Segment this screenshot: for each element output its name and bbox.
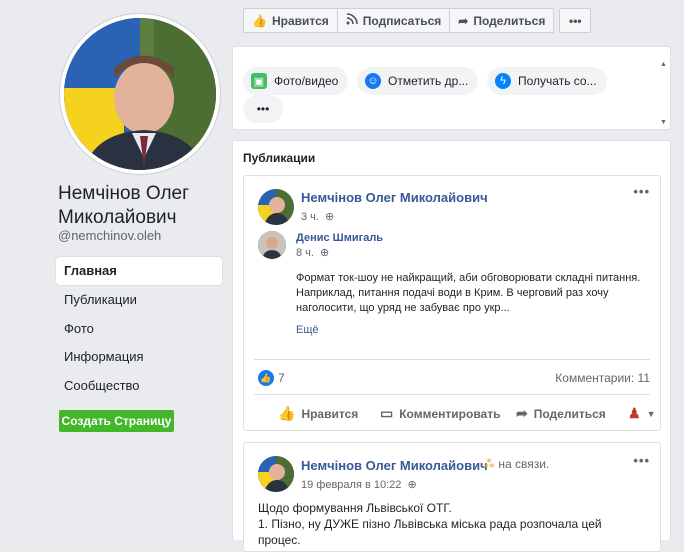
share-arrow-icon: ➦ xyxy=(516,405,528,421)
like-button[interactable]: 👍 Нравится xyxy=(278,405,358,422)
shared-author-name[interactable]: Денис Шмигаль xyxy=(296,232,383,244)
comments-count[interactable]: Комментарии: 11 xyxy=(555,371,650,385)
share-label: Поделиться xyxy=(533,406,606,421)
post-timestamp[interactable]: 3 ч. ⊕ xyxy=(301,210,334,223)
see-more-link[interactable]: Ещё xyxy=(296,324,319,336)
profile-handle[interactable]: @nemchinov.oleh xyxy=(58,228,161,243)
profile-name[interactable]: Немчінов Олег Миколайович xyxy=(58,182,228,230)
post-timestamp[interactable]: 19 февраля в 10:22 ⊕ xyxy=(301,478,417,491)
sidebar-item-publications[interactable]: Публикации xyxy=(56,286,222,314)
messenger-icon: ϟ xyxy=(495,73,511,89)
shared-timestamp[interactable]: 8 ч. ⊕ xyxy=(296,246,329,259)
like-reaction-icon[interactable]: 👍 xyxy=(258,370,274,386)
post-time-text: 19 февраля в 10:22 xyxy=(301,479,402,491)
connection-status: ⁂ на связи. xyxy=(483,457,549,471)
profile-column: Немчінов Олег Миколайович @nemchinov.ole… xyxy=(0,0,232,540)
react-as-selector[interactable]: ♟ ▼ xyxy=(628,405,655,422)
connection-icon: ⁂ xyxy=(483,457,495,471)
subscribe-label: Подписаться xyxy=(362,13,442,28)
post-text-line: Наприклад, питання подачі води в Крим. В… xyxy=(296,287,609,299)
post-text-line: процес. xyxy=(258,533,301,547)
get-messages-button[interactable]: ϟ Получать со... xyxy=(487,67,607,95)
share-button[interactable]: ➦ Поделиться xyxy=(516,405,606,422)
globe-icon: ⊕ xyxy=(325,211,335,223)
post-time-text: 3 ч. xyxy=(301,211,319,223)
shared-author-avatar[interactable] xyxy=(258,231,286,259)
divider xyxy=(254,359,650,360)
post-author-name[interactable]: Немчінов Олег Миколайович xyxy=(301,458,488,473)
scroll-up-icon[interactable]: ▲ xyxy=(660,61,667,68)
tag-friends-label: Отметить др... xyxy=(388,74,469,88)
get-messages-label: Получать со... xyxy=(518,74,597,88)
like-count[interactable]: 7 xyxy=(278,371,285,385)
composer-scrollbar[interactable]: ▲ ▼ xyxy=(658,57,670,131)
publications-section: Публикации Немчінов Олег Миколайович 3 ч… xyxy=(232,140,671,552)
comment-button[interactable]: ▭ Комментировать xyxy=(380,405,500,422)
post-text: Щодо формування Львівської ОТГ. 1. Пізно… xyxy=(258,500,658,548)
author-avatar[interactable] xyxy=(258,189,294,225)
author-avatar[interactable] xyxy=(258,456,294,492)
tag-people-icon: ☺ xyxy=(365,73,381,89)
post-card: Немчінов Олег Миколайович ⁂ на связи. 19… xyxy=(243,442,661,552)
chevron-down-icon: ▼ xyxy=(646,408,656,419)
post-options-icon[interactable]: ••• xyxy=(633,453,650,468)
thumbs-up-icon: 👍 xyxy=(278,405,296,421)
post-composer: ▣ Фото/видео ☺ Отметить др... ϟ Получать… xyxy=(232,46,671,130)
post-text: Формат ток-шоу не найкращий, аби обговор… xyxy=(296,271,656,316)
sidebar-item-info[interactable]: Информация xyxy=(56,343,222,371)
rss-icon xyxy=(346,13,358,28)
profile-picture[interactable] xyxy=(60,14,220,174)
share-page-label: Поделиться xyxy=(473,13,546,28)
page-action-bar: 👍 Нравится Подписаться ➦ Поделиться ••• xyxy=(243,8,592,33)
like-label: Нравится xyxy=(301,406,359,421)
post-card: Немчінов Олег Миколайович 3 ч. ⊕ ••• Ден… xyxy=(243,175,661,431)
comment-label: Комментировать xyxy=(399,406,501,421)
profile-photo-image xyxy=(64,18,216,170)
publications-title: Публикации xyxy=(243,151,316,165)
sidebar-item-community[interactable]: Сообщество xyxy=(56,372,222,400)
create-page-button[interactable]: Создать Страницу xyxy=(59,410,174,432)
tag-friends-button[interactable]: ☺ Отметить др... xyxy=(357,67,479,95)
like-page-button[interactable]: 👍 Нравится xyxy=(243,8,338,33)
sidebar-item-photos[interactable]: Фото xyxy=(56,315,222,343)
globe-icon: ⊕ xyxy=(407,479,417,491)
post-text-line: 1. Пізно, ну ДУЖЕ пізно Львівська міська… xyxy=(258,517,602,531)
post-text-line: Формат ток-шоу не найкращий, аби обговор… xyxy=(296,272,641,284)
post-author-name[interactable]: Немчінов Олег Миколайович xyxy=(301,190,488,205)
photo-video-button[interactable]: ▣ Фото/видео xyxy=(243,67,349,95)
photo-video-label: Фото/видео xyxy=(274,74,339,88)
sidebar-item-home[interactable]: Главная xyxy=(56,257,222,285)
thumbs-up-icon: 👍 xyxy=(252,13,267,28)
status-text: на связи. xyxy=(498,457,550,471)
divider xyxy=(254,394,650,395)
share-page-button[interactable]: ➦ Поделиться xyxy=(449,8,555,33)
composer-more-button[interactable]: ••• xyxy=(243,95,283,123)
post-text-line: Щодо формування Львівської ОТГ. xyxy=(258,501,452,515)
user-avatar-icon: ♟ xyxy=(628,405,641,421)
scroll-down-icon[interactable]: ▼ xyxy=(660,119,667,126)
sidebar-nav: Главная Публикации Фото Информация Сообщ… xyxy=(56,257,222,401)
subscribe-button[interactable]: Подписаться xyxy=(336,8,451,33)
post-options-icon[interactable]: ••• xyxy=(633,184,650,199)
photo-icon: ▣ xyxy=(251,73,267,89)
share-arrow-icon: ➦ xyxy=(458,13,469,28)
like-page-label: Нравится xyxy=(271,13,329,28)
comment-icon: ▭ xyxy=(380,405,394,421)
globe-icon: ⊕ xyxy=(320,247,330,259)
more-options-button[interactable]: ••• xyxy=(559,8,592,33)
shared-time-text: 8 ч. xyxy=(296,247,314,259)
post-text-line: наголосити, що уряд не забуває про укр..… xyxy=(296,302,510,314)
